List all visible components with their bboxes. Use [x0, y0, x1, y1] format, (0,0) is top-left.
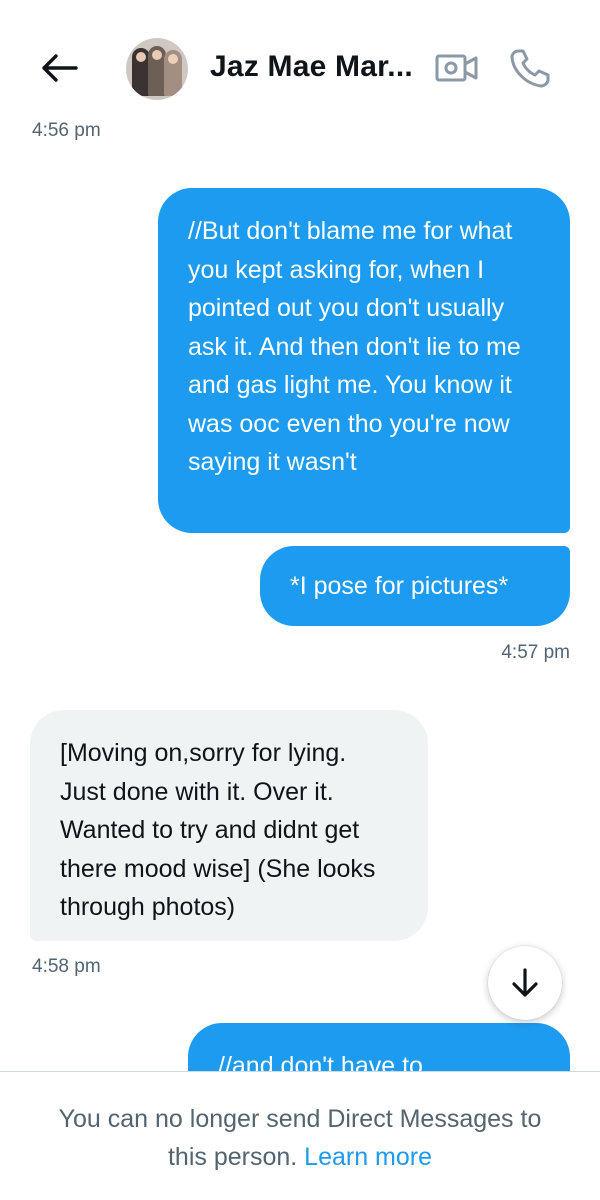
incoming-message[interactable]: [Moving on,sorry for lying. Just done wi… [30, 710, 428, 941]
outgoing-message[interactable]: *I pose for pictures* [260, 546, 570, 626]
avatar[interactable] [126, 38, 188, 100]
arrow-left-icon [42, 54, 78, 82]
learn-more-link[interactable]: Learn more [304, 1143, 432, 1171]
message-timestamp: 4:56 pm [32, 120, 101, 141]
outgoing-message[interactable]: //But don't blame me for what you kept a… [158, 188, 570, 533]
phone-icon [510, 49, 550, 88]
notice-text: You can no longer send Direct Messages t… [58, 1105, 542, 1171]
voice-call-button[interactable] [508, 46, 554, 90]
contact-name[interactable]: Jaz Mae Mar... [210, 50, 413, 84]
message-timestamp: 4:57 pm [501, 642, 570, 663]
conversation-header: Jaz Mae Mar... [0, 0, 600, 110]
dm-disabled-footer: You can no longer send Direct Messages t… [0, 1071, 600, 1200]
video-camera-icon [435, 54, 478, 82]
scroll-to-bottom-button[interactable] [488, 946, 562, 1020]
video-call-button[interactable] [434, 48, 480, 88]
arrow-down-icon [512, 968, 538, 997]
back-button[interactable] [36, 48, 82, 88]
dm-disabled-notice: You can no longer send Direct Messages t… [0, 1100, 600, 1176]
message-timestamp: 4:58 pm [32, 956, 101, 977]
